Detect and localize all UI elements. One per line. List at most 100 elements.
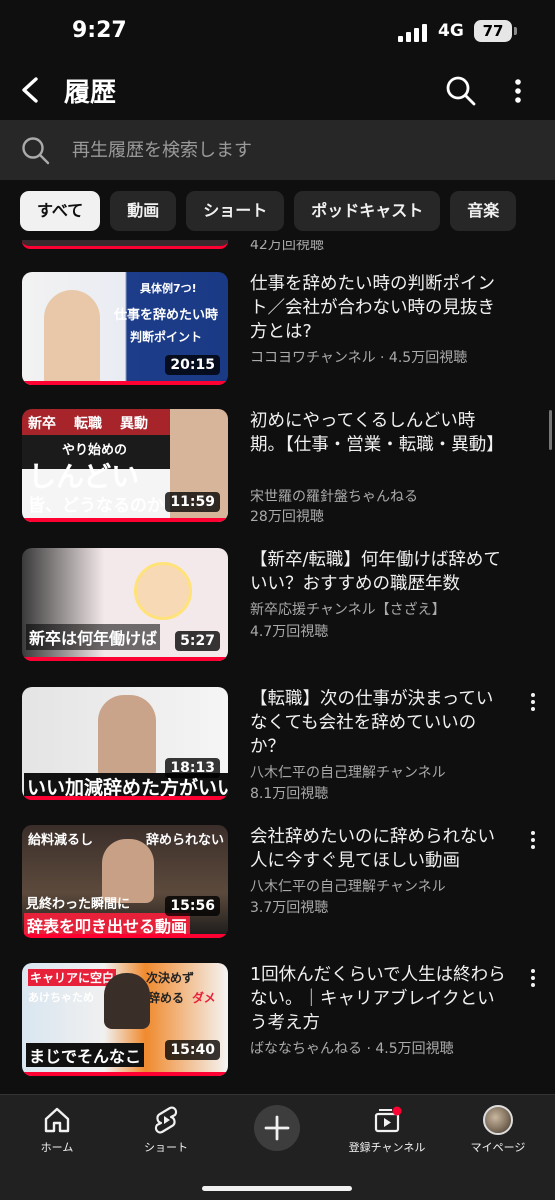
video-meta: 3.7万回視聴 (250, 900, 329, 916)
nav-shorts-label: ショート (144, 1141, 188, 1154)
thumb-text: しんどい (28, 460, 140, 493)
plus-icon (264, 1115, 290, 1141)
nav-shorts[interactable]: ショート (121, 1105, 211, 1157)
thumb-text: 辞める (148, 991, 185, 1005)
video-item[interactable]: 具体例7つ! 仕事を辞めたい時 判断ポイント 20:15 仕事を辞めたい時の判断… (0, 272, 555, 390)
video-duration: 5:27 (175, 631, 220, 651)
signal-icon (398, 24, 427, 42)
thumb-text: 次決めず (146, 971, 195, 985)
scrollbar[interactable] (549, 410, 552, 450)
chip-shorts[interactable]: ショート (186, 191, 285, 231)
presenter-figure (104, 973, 150, 1029)
bottom-navigation: ホーム ショート 登録チャンネル マイページ (0, 1094, 555, 1200)
chip-podcasts[interactable]: ポッドキャスト (294, 191, 441, 231)
video-meta: 八木仁平の自己理解チャンネル (250, 879, 446, 895)
watch-progress-bar (22, 657, 228, 661)
video-item[interactable]: 新卒は何年働けば 5:27 【新卒/転職】何年働けば辞めていい？おすすめの職歴年… (0, 548, 555, 666)
history-search-input[interactable] (72, 134, 532, 166)
video-duration: 20:15 (165, 355, 220, 375)
thumb-text: 新卒は何年働けば (26, 624, 161, 650)
nav-subscriptions[interactable]: 登録チャンネル (342, 1105, 432, 1157)
avatar (483, 1105, 513, 1135)
more-vertical-icon[interactable] (526, 829, 540, 851)
status-bar: 9:27 4G 77 (0, 0, 555, 66)
video-meta: ばななちゃんねる · 4.5万回視聴 (250, 1041, 454, 1057)
video-thumbnail[interactable]: 新卒 転職 異動 やり始めの しんどい 皆、どうなるのか 11:59 (22, 409, 228, 522)
nav-mypage[interactable]: マイページ (453, 1105, 543, 1157)
video-duration: 15:56 (165, 896, 220, 916)
video-meta: 28万回視聴 (250, 509, 324, 525)
thumb-text: 新卒 (28, 416, 56, 432)
thumb-text: 辞められない (146, 833, 225, 848)
video-meta: 八木仁平の自己理解チャンネル (250, 765, 446, 781)
search-icon (22, 137, 50, 165)
history-list: 42万回視聴 具体例7つ! 仕事を辞めたい時 判断ポイント 20:15 仕事を辞… (0, 240, 555, 1093)
video-title[interactable]: 初めにやってくるしんどい時期。【仕事・営業・転職・異動】 (250, 409, 508, 457)
chip-all[interactable]: すべて (20, 191, 101, 231)
nav-subscriptions-label: 登録チャンネル (348, 1141, 426, 1154)
history-search-bar (0, 120, 555, 180)
video-meta: 4.7万回視聴 (250, 624, 329, 640)
video-title[interactable]: 【転職】次の仕事が決まっていなくても会社を辞めていいのか？ (250, 687, 508, 759)
thumb-text: あけちゃため (28, 991, 94, 1004)
watch-progress-bar (22, 934, 228, 938)
video-thumbnail[interactable]: キャリアに空白 あけちゃため 次決めず 辞める ダメ まじでそんなこ 15:40 (22, 963, 228, 1076)
page-title: 履歴 (64, 78, 117, 108)
video-thumbnail[interactable]: いい加減辞めた方がいい 18:13 (22, 687, 228, 800)
home-icon (44, 1107, 70, 1133)
thumb-text: 具体例7つ! (140, 282, 197, 295)
more-vertical-icon[interactable] (506, 74, 530, 108)
video-thumbnail-partial[interactable] (22, 240, 228, 249)
video-duration: 15:40 (165, 1040, 220, 1060)
video-meta-partial: 42万回視聴 (250, 240, 324, 253)
presenter-figure (98, 695, 156, 777)
video-thumbnail[interactable]: 給料減るし 辞められない 見終わった瞬間に 辞表を叩き出せる動画 15:56 (22, 825, 228, 938)
nav-mypage-label: マイページ (470, 1141, 526, 1154)
more-vertical-icon[interactable] (526, 691, 540, 713)
thumb-text: 転職 (74, 416, 102, 432)
watch-progress-bar (22, 796, 228, 800)
thumb-text: キャリアに空白 (28, 969, 117, 986)
video-item[interactable]: キャリアに空白 あけちゃため 次決めず 辞める ダメ まじでそんなこ 15:40… (0, 963, 555, 1081)
status-time: 9:27 (72, 18, 127, 43)
character-figure (134, 562, 192, 620)
nav-home[interactable]: ホーム (12, 1105, 102, 1157)
watch-progress-bar (22, 381, 228, 385)
video-title[interactable]: 会社辞めたいのに辞められない人に今すぐ見てほしい動画 (250, 825, 508, 873)
thumb-text: 皆、どうなるのか (28, 496, 164, 516)
search-icon[interactable] (444, 74, 478, 108)
thumb-text: 見終わった瞬間に (26, 897, 131, 912)
video-duration: 11:59 (165, 492, 220, 512)
video-title[interactable]: 仕事を辞めたい時の判断ポイント／会社が合わない時の見抜き方とは? (250, 272, 508, 344)
thumb-text: 判断ポイント (130, 330, 203, 344)
more-vertical-icon[interactable] (526, 967, 540, 989)
video-item[interactable]: いい加減辞めた方がいい 18:13 【転職】次の仕事が決まっていなくても会社を辞… (0, 687, 555, 805)
video-thumbnail[interactable]: 新卒は何年働けば 5:27 (22, 548, 228, 661)
nav-home-label: ホーム (40, 1141, 74, 1154)
home-indicator (202, 1186, 352, 1191)
top-app-bar: 履歴 (0, 66, 555, 114)
video-title[interactable]: 1回休んだくらいで人生は終わらない。｜キャリアブレイクという考え方 (250, 963, 508, 1035)
filter-chips: すべて 動画 ショート ポッドキャスト 音楽 (20, 191, 555, 231)
chip-videos[interactable]: 動画 (110, 191, 177, 231)
video-duration: 18:13 (165, 758, 220, 778)
video-meta: 8.1万回視聴 (250, 786, 329, 802)
video-item[interactable]: 新卒 転職 異動 やり始めの しんどい 皆、どうなるのか 11:59 初めにやっ… (0, 409, 555, 527)
chip-music[interactable]: 音楽 (450, 191, 517, 231)
video-thumbnail[interactable]: 具体例7つ! 仕事を辞めたい時 判断ポイント 20:15 (22, 272, 228, 385)
watch-progress-bar (22, 518, 228, 522)
video-item[interactable]: 給料減るし 辞められない 見終わった瞬間に 辞表を叩き出せる動画 15:56 会… (0, 825, 555, 943)
watch-progress-bar (22, 1072, 228, 1076)
subscriptions-icon (374, 1106, 402, 1133)
back-arrow-icon[interactable] (16, 74, 46, 106)
video-meta: 新卒応援チャンネル【さざえ】 (250, 602, 446, 618)
thumb-text: ダメ (192, 991, 216, 1005)
create-button[interactable] (254, 1105, 300, 1151)
video-title[interactable]: 【新卒/転職】何年働けば辞めていい？おすすめの職歴年数 (250, 548, 508, 596)
thumb-text: 仕事を辞めたい時 (114, 308, 219, 323)
network-type: 4G (438, 21, 464, 41)
shorts-icon (154, 1106, 178, 1134)
battery-icon: 77 (474, 20, 512, 42)
thumb-text: まじでそんなこ (26, 1043, 145, 1067)
thumb-text: 異動 (120, 416, 148, 432)
